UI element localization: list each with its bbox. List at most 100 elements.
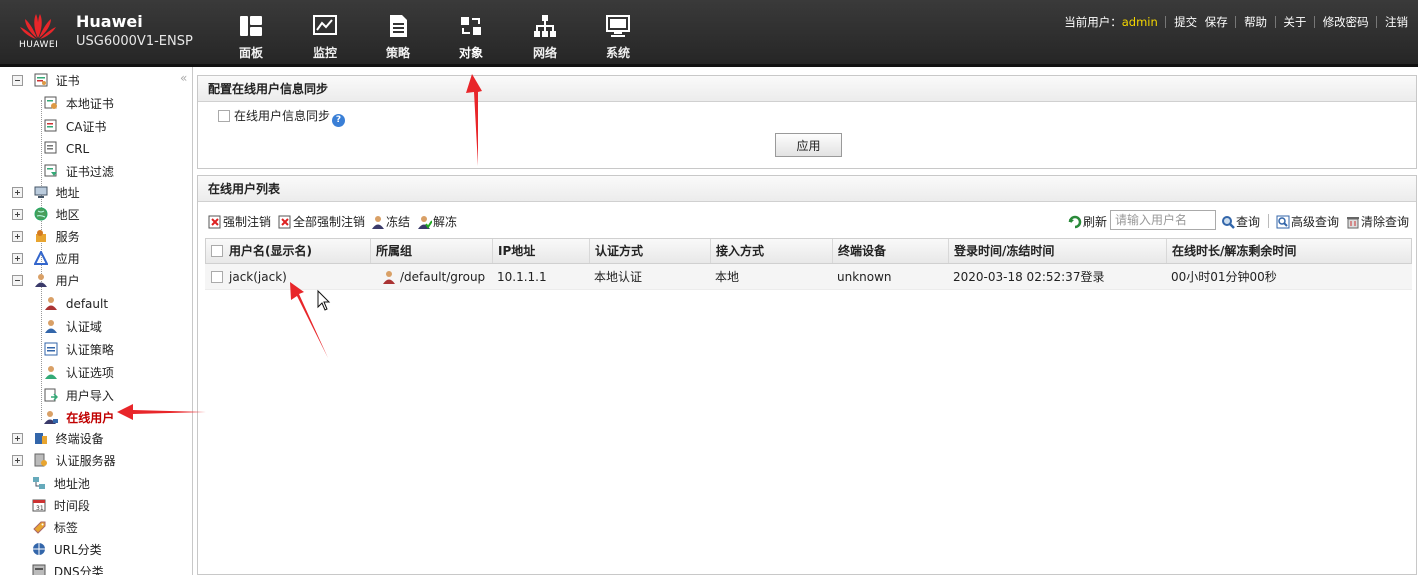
about-link[interactable]: 关于 [1283,15,1306,29]
advanced-query-button[interactable]: 高级查询 [1276,213,1339,231]
sidebar-item-terminal-device[interactable]: 终端设备 [12,428,104,450]
sidebar-item-user[interactable]: 用户 [12,270,80,292]
submit-link[interactable]: 提交 [1174,15,1197,29]
sidebar-item-user-import[interactable]: 用户导入 [44,385,114,407]
nav-policy[interactable]: 策略 [370,14,426,64]
sidebar-item-url-category[interactable]: URL分类 [32,539,102,561]
sidebar-item-crl[interactable]: CRL [44,138,89,160]
clear-query-button[interactable]: 清除查询 [1346,213,1409,231]
toolbar-divider [1268,214,1269,228]
collapse-sidebar-icon[interactable]: « [180,71,187,85]
query-button[interactable]: 查询 [1221,213,1260,231]
collapse-toggle-icon[interactable] [12,75,23,86]
sidebar-item-local-cert[interactable]: 本地证书 [44,93,114,115]
unfreeze-user-icon [418,216,433,229]
expand-toggle-icon[interactable] [12,231,23,242]
help-icon[interactable]: ? [332,114,346,127]
sidebar-item-certificate[interactable]: 证书 [12,70,80,92]
certificate-icon [34,73,48,87]
nav-system-label: 系统 [605,46,630,60]
expand-toggle-icon[interactable] [12,187,23,198]
sidebar-item-ca-cert[interactable]: CA证书 [44,116,106,138]
refresh-button[interactable]: 刷新 [1068,213,1107,231]
column-login-time[interactable]: 登录时间/冻结时间 [948,239,1166,263]
nav-dashboard-label: 面板 [238,46,263,60]
sidebar-item-label: 认证策略 [65,343,114,357]
select-all-checkbox[interactable] [211,245,223,257]
sidebar-item-label: 认证选项 [65,366,114,380]
refresh-icon [1068,215,1082,229]
change-password-link[interactable]: 修改密码 [1323,15,1369,29]
column-ip[interactable]: IP地址 [492,239,589,263]
nav-dashboard[interactable]: 面板 [223,14,279,64]
collapse-toggle-icon[interactable] [12,275,23,286]
monitor-icon [313,15,337,35]
online-user-table: 用户名(显示名) 所属组 IP地址 认证方式 接入方式 终端设备 登录时间/冻结… [205,238,1412,290]
sidebar-item-label: 用户 [55,274,80,288]
online-user-icon [44,411,58,424]
column-online-duration[interactable]: 在线时长/解冻剩余时间 [1166,239,1411,263]
sidebar-item-label: CA证书 [65,120,107,134]
cell-group: /default/group [377,264,499,290]
panel-title: 配置在线用户信息同步 [198,76,1416,102]
sidebar-item-cert-filter[interactable]: 证书过滤 [44,161,114,183]
sidebar-item-application[interactable]: 应用 [12,248,80,270]
column-terminal-device[interactable]: 终端设备 [832,239,948,263]
sidebar-item-auth-policy[interactable]: 认证策略 [44,339,114,361]
save-link[interactable]: 保存 [1205,15,1228,29]
sidebar-item-auth-options[interactable]: 认证选项 [44,362,114,384]
help-link[interactable]: 帮助 [1244,15,1267,29]
expand-toggle-icon[interactable] [12,253,23,264]
sidebar-item-label: 标签 [53,521,78,535]
row-checkbox[interactable] [211,271,223,283]
group-text: /default/group [400,270,486,284]
sync-option: 在线用户信息同步? [218,107,346,127]
column-auth-method[interactable]: 认证方式 [589,239,710,263]
expand-toggle-icon[interactable] [12,433,23,444]
freeze-button[interactable]: 冻结 [371,213,410,231]
sidebar-item-label: 时间段 [53,499,90,513]
column-group[interactable]: 所属组 [370,239,492,263]
logout-link[interactable]: 注销 [1385,15,1408,29]
logo-text: HUAWEI [19,40,59,50]
freeze-label: 冻结 [386,215,411,229]
sidebar-item-online-users[interactable]: 在线用户 [44,407,114,429]
sidebar-item-auth-server[interactable]: 认证服务器 [12,450,116,472]
sidebar-item-dns-category[interactable]: DNS分类 [32,561,104,575]
sidebar-item-region[interactable]: 地区 [12,204,80,226]
sidebar-item-service[interactable]: 服务 [12,226,80,248]
user-bar: 当前用户：admin 提交 保存 帮助 关于 修改密码 注销 [1064,14,1408,30]
expand-toggle-icon[interactable] [12,455,23,466]
table-row[interactable]: jack(jack) /default/group 10.1.1.1 本地认证 … [205,264,1412,290]
sidebar-item-address-pool[interactable]: 地址池 [32,473,90,495]
nav-network[interactable]: 网络 [517,14,573,64]
address-icon [34,186,48,198]
network-icon [534,15,556,37]
nav-monitor[interactable]: 监控 [297,14,353,64]
column-label: 用户名(显示名) [229,244,312,258]
advanced-search-icon [1276,215,1290,229]
sidebar-item-label: DNS分类 [53,565,104,575]
nav-object[interactable]: 对象 [443,14,499,64]
nav-system[interactable]: 系统 [590,14,646,64]
advanced-query-label: 高级查询 [1291,215,1340,229]
sidebar-item-default[interactable]: default [44,293,108,315]
sidebar-item-address[interactable]: 地址 [12,182,80,204]
expand-toggle-icon[interactable] [12,209,23,220]
sidebar-item-tag[interactable]: 标签 [32,517,78,539]
force-logout-all-label: 全部强制注销 [293,215,366,229]
user-import-icon [44,388,58,402]
username-search-input[interactable] [1110,210,1216,230]
unfreeze-button[interactable]: 解冻 [418,213,457,231]
column-access-method[interactable]: 接入方式 [710,239,832,263]
force-logout-button[interactable]: 强制注销 [208,213,271,231]
sidebar-item-time-range[interactable]: 31 时间段 [32,495,90,517]
crl-icon [44,141,57,154]
force-logout-all-button[interactable]: 全部强制注销 [278,213,365,231]
apply-button[interactable]: 应用 [775,133,842,157]
sync-checkbox[interactable] [218,110,230,122]
sidebar-item-label: CRL [65,142,90,156]
column-username[interactable]: 用户名(显示名) [206,239,370,263]
sidebar-item-auth-domain[interactable]: 认证域 [44,316,102,338]
sidebar-item-label: URL分类 [53,543,102,557]
